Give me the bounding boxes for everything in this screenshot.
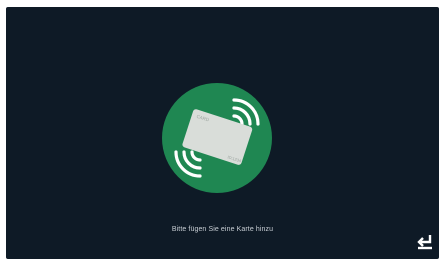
return-arrow-icon [417,235,432,250]
back-button[interactable] [416,233,434,251]
nfc-card-icon: CARD ID:1234 [174,98,260,178]
add-card-badge: CARD ID:1234 [162,83,272,193]
add-card-prompt: Bitte fügen Sie eine Karte hinzu [171,226,274,233]
card-reader-screen: CARD ID:1234 Bitte fügen Sie eine Karte … [6,7,439,259]
nfc-waves-top-icon [232,98,260,126]
nfc-waves-bottom-icon [174,150,202,178]
